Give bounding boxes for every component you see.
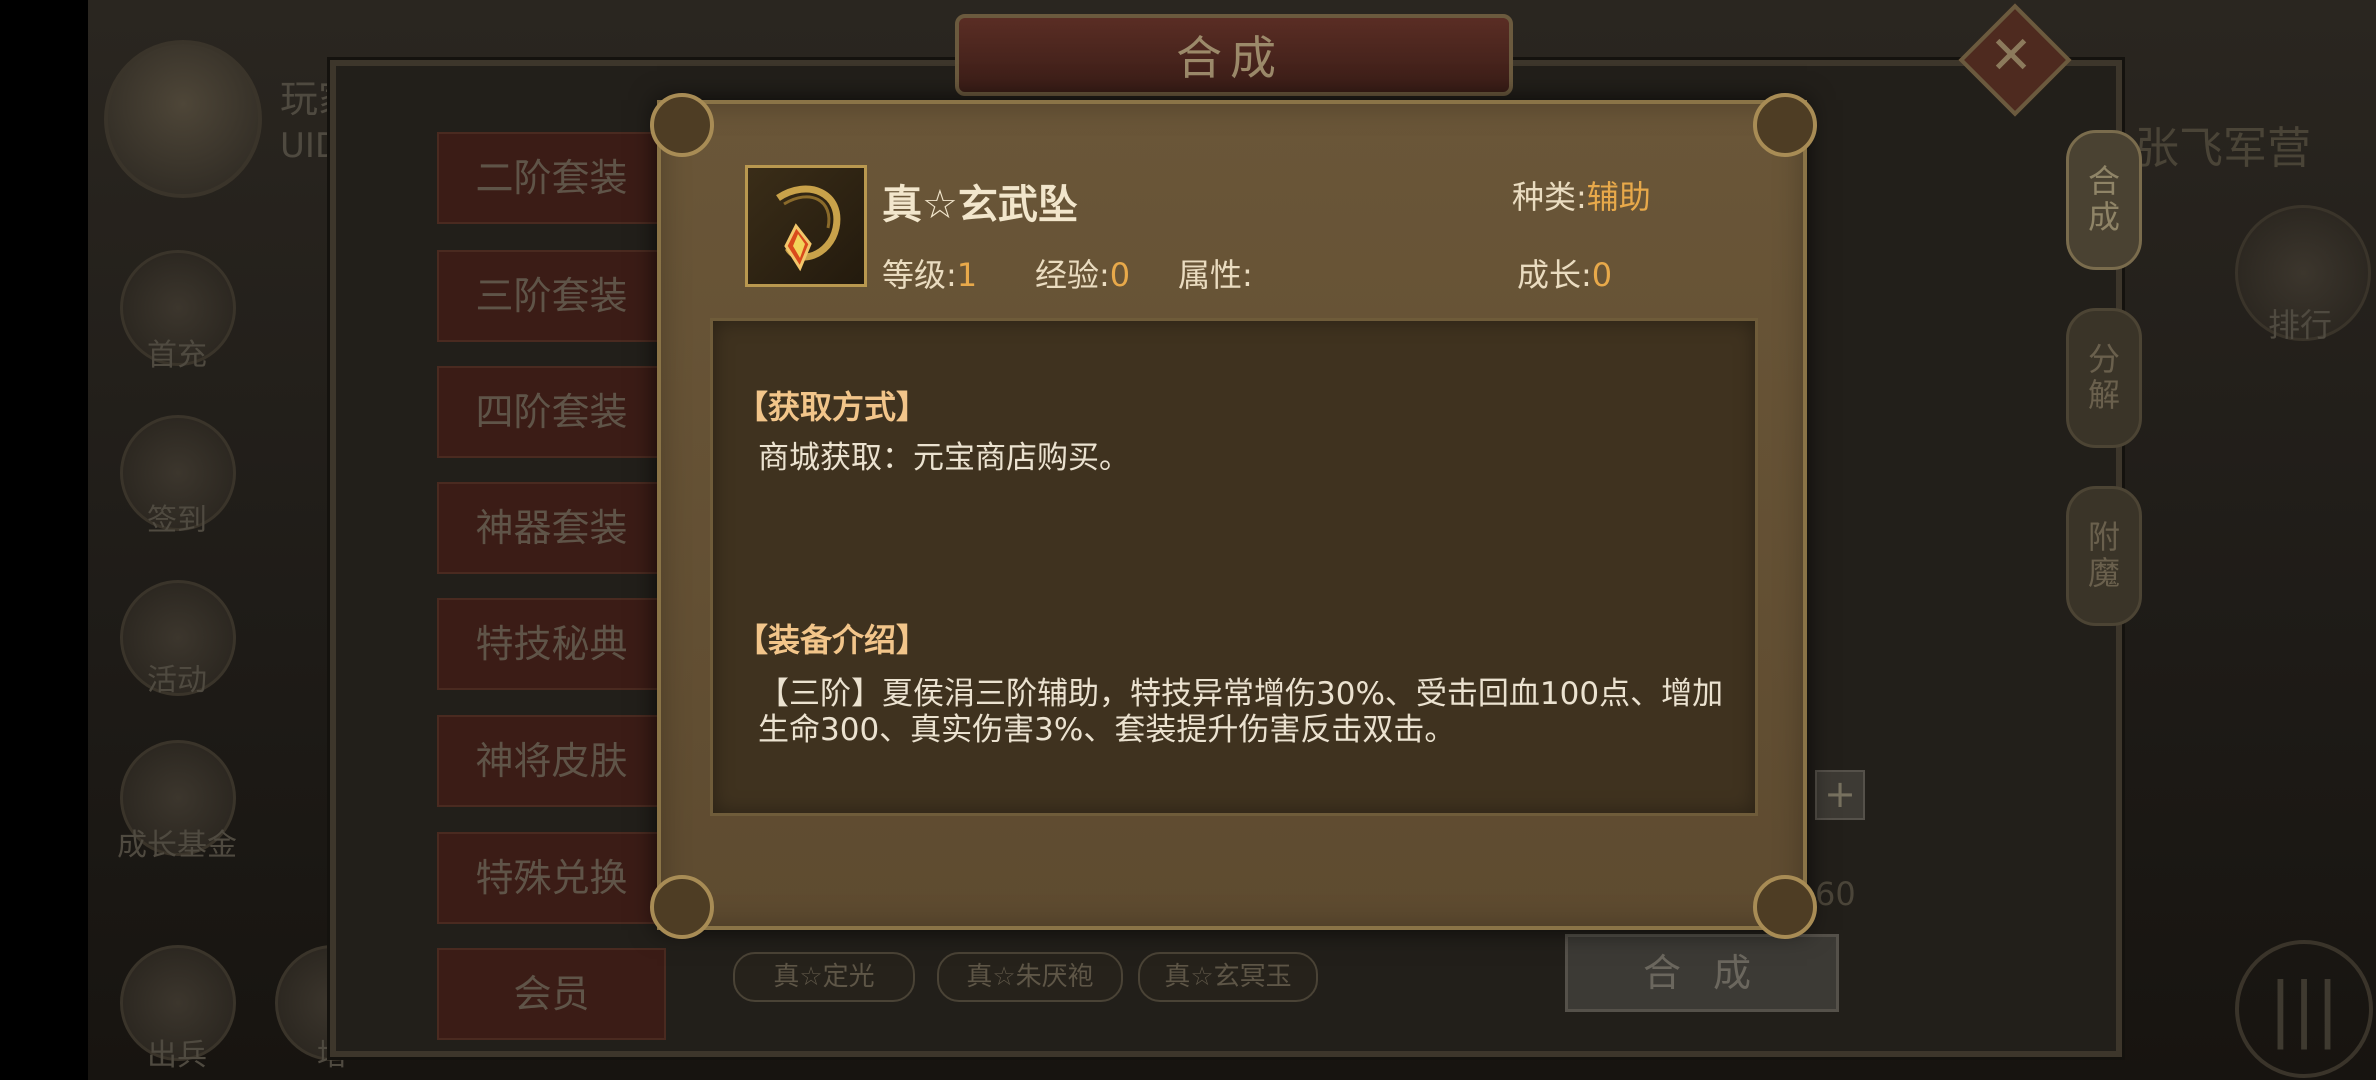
first-recharge-label: 首充: [147, 338, 207, 373]
corner-ornament-icon: [650, 875, 714, 939]
item-level-value: 1: [956, 256, 978, 294]
corner-ornament-icon: [1753, 93, 1817, 157]
obtain-heading: 【获取方式】: [736, 388, 929, 426]
tab-synthesize-label: 合成: [2087, 162, 2120, 236]
event-label: 活动: [147, 663, 207, 698]
item-attribute-label: 属性:: [1178, 256, 1253, 294]
corner-ornament-icon: [650, 93, 714, 157]
menu-icon[interactable]: |||: [2235, 940, 2373, 1078]
category-vip[interactable]: 会员: [437, 948, 666, 1040]
camp-title: 张飞军营: [2135, 123, 2311, 174]
item-growth: 成长:0: [1517, 250, 1612, 296]
player-avatar[interactable]: [104, 40, 262, 198]
item-type: 种类:辅助: [1512, 172, 1651, 218]
recipe-item-3[interactable]: 真☆玄冥玉: [1138, 952, 1318, 1002]
category-general-skin[interactable]: 神将皮肤: [437, 715, 666, 807]
category-artifact-set[interactable]: 神器套装: [437, 482, 666, 574]
growth-fund-label: 成长基金: [117, 828, 237, 863]
category-tier2-set[interactable]: 二阶套装: [437, 132, 666, 224]
item-level: 等级:1: [882, 250, 977, 296]
item-level-label: 等级:: [882, 256, 957, 294]
corner-ornament-icon: [1753, 875, 1817, 939]
category-tier4-set[interactable]: 四阶套装: [437, 366, 666, 458]
letterbox-left: [0, 0, 88, 1080]
recipe-item-1[interactable]: 真☆定光: [733, 952, 915, 1002]
pendant-icon: [745, 165, 867, 287]
item-type-label: 种类:: [1512, 178, 1587, 216]
tab-enchant[interactable]: 附魔: [2066, 486, 2142, 626]
item-exp-label: 经验:: [1035, 256, 1110, 294]
tab-decompose-label: 分解: [2087, 340, 2120, 414]
recipe-item-2[interactable]: 真☆朱厌袍: [937, 952, 1123, 1002]
window-title: 合成: [1176, 31, 1284, 85]
ranking-label: 排行: [2267, 306, 2332, 344]
intro-heading: 【装备介绍】: [736, 621, 929, 659]
tab-synthesize[interactable]: 合成: [2066, 130, 2142, 270]
item-type-value: 辅助: [1586, 178, 1651, 216]
tab-decompose[interactable]: 分解: [2066, 308, 2142, 448]
combine-button[interactable]: 合 成: [1565, 934, 1839, 1012]
obtain-text: 商城获取：元宝商店购买。: [758, 440, 1130, 476]
item-exp: 经验:0: [1035, 250, 1130, 296]
item-growth-label: 成长:: [1517, 256, 1592, 294]
category-skill-manual[interactable]: 特技秘典: [437, 598, 666, 690]
close-icon[interactable]: ✕: [1975, 24, 2047, 88]
intro-text: 【三阶】夏侯涓三阶辅助，特技异常增伤30%、受击回血100点、增加生命300、真…: [758, 676, 1724, 748]
category-tier3-set[interactable]: 三阶套装: [437, 250, 666, 342]
item-exp-value: 0: [1109, 256, 1131, 294]
plus-button[interactable]: +: [1815, 770, 1865, 820]
item-name: 真☆玄武坠: [882, 182, 1078, 228]
sign-in-label: 签到: [147, 503, 207, 538]
item-attribute: 属性:: [1178, 250, 1253, 296]
item-growth-value: 0: [1591, 256, 1613, 294]
category-special-exchange[interactable]: 特殊兑换: [437, 832, 666, 924]
tab-enchant-label: 附魔: [2087, 518, 2120, 592]
material-count: 60: [1815, 875, 1856, 913]
